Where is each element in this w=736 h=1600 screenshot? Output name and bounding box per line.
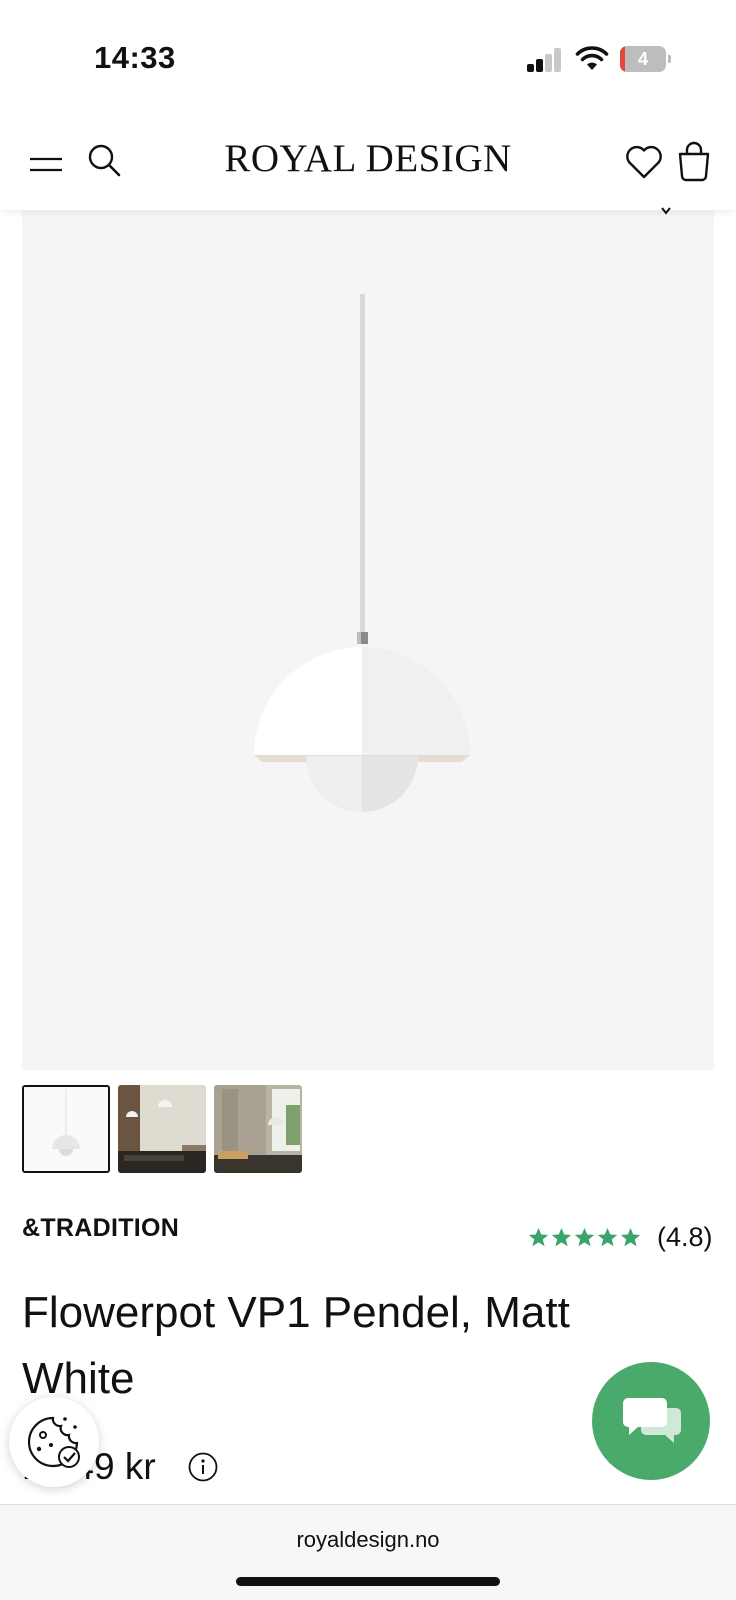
product-photo-flowerpot-lamp — [254, 294, 470, 812]
cellular-signal-icon — [527, 48, 563, 72]
thumbnail-3[interactable] — [214, 1085, 302, 1173]
shopping-bag-icon[interactable] — [676, 140, 712, 182]
chat-icon — [623, 1398, 681, 1443]
star-icon — [574, 1228, 595, 1247]
chevron-down-icon — [661, 207, 671, 215]
star-icon — [551, 1228, 572, 1247]
status-time: 14:33 — [94, 40, 176, 75]
thumbnail-2[interactable] — [118, 1085, 206, 1173]
thumbnail-interior-image — [118, 1085, 206, 1173]
status-bar: 14:33 4 — [0, 0, 736, 118]
star-icon — [620, 1228, 641, 1247]
menu-icon[interactable] — [28, 146, 64, 182]
product-brand[interactable]: &TRADITION — [22, 1214, 179, 1243]
thumbnail-gallery — [22, 1085, 302, 1173]
url-text: royaldesign.no — [296, 1527, 440, 1552]
product-rating[interactable]: (4.8) — [528, 1222, 713, 1253]
site-header: ROYAL DESIGN — [0, 118, 736, 210]
star-icon — [528, 1228, 549, 1247]
battery-icon: 4 — [620, 46, 671, 72]
thumbnail-1[interactable] — [22, 1085, 110, 1173]
rating-stars — [528, 1227, 641, 1248]
site-logo[interactable]: ROYAL DESIGN — [160, 136, 576, 181]
cookie-settings-icon — [27, 1416, 80, 1468]
chat-button[interactable] — [592, 1362, 710, 1480]
product-image[interactable] — [22, 210, 714, 1070]
info-icon[interactable] — [188, 1452, 218, 1482]
rating-value: (4.8) — [657, 1222, 713, 1252]
battery-level: 4 — [637, 49, 648, 69]
wifi-icon — [575, 46, 609, 70]
product-title: Flowerpot VP1 Pendel, Matt White — [22, 1288, 570, 1403]
cookie-settings-button[interactable] — [9, 1397, 99, 1487]
heart-icon[interactable] — [624, 142, 664, 182]
thumbnail-room-image — [214, 1085, 302, 1173]
home-indicator[interactable] — [236, 1577, 500, 1586]
search-icon[interactable] — [86, 142, 122, 178]
star-icon — [597, 1228, 618, 1247]
thumbnail-lamp-image — [24, 1087, 108, 1171]
